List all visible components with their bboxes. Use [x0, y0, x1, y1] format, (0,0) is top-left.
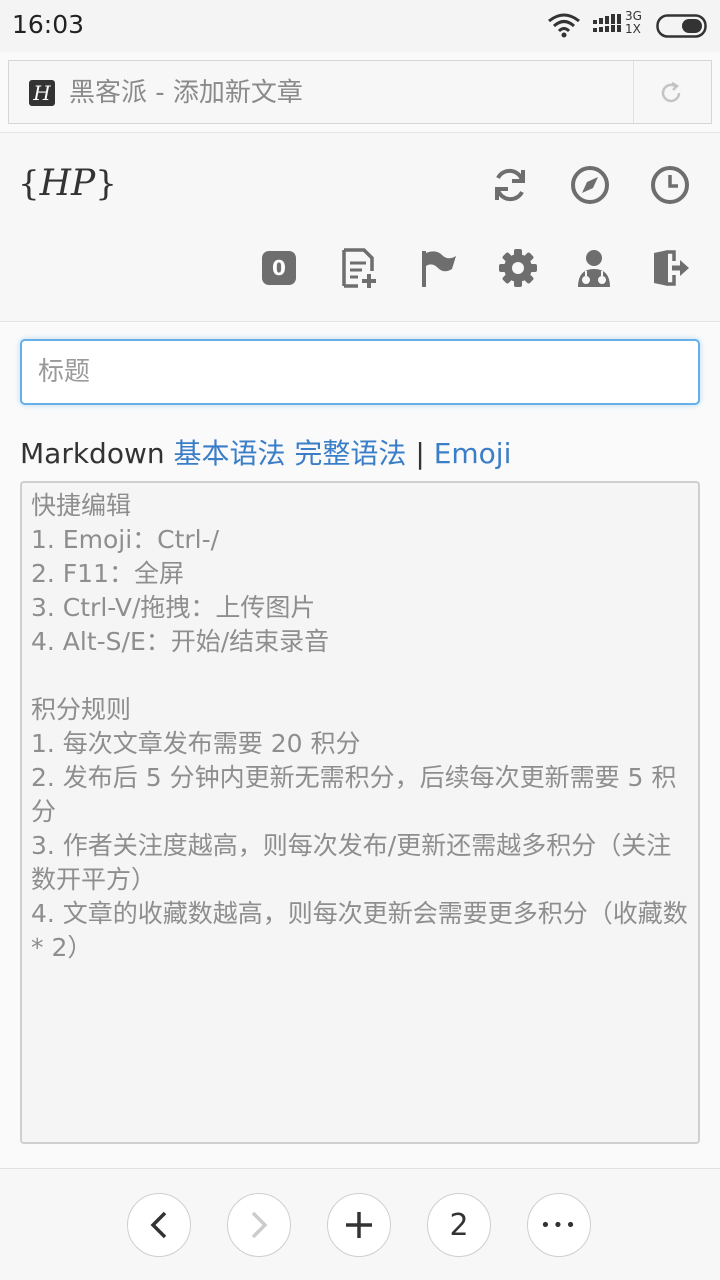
editor-line: 积分规则 — [31, 695, 132, 724]
tabs-count-button[interactable]: 2 — [427, 1193, 491, 1257]
url-divider — [633, 61, 634, 123]
refresh-icon[interactable] — [489, 164, 531, 206]
more-menu-button[interactable]: ••• — [527, 1193, 591, 1257]
gear-icon[interactable] — [497, 247, 539, 289]
basic-syntax-link[interactable]: 基本语法 — [174, 437, 286, 470]
editor-line: 2. 发布后 5 分钟内更新无需积分，后续每次更新需要 5 积分 — [31, 763, 677, 826]
content-editor[interactable]: 快捷编辑 1. Emoji：Ctrl-/ 2. F11：全屏 3. Ctrl-V… — [20, 481, 700, 1144]
editor-line: 4. 文章的收藏数越高，则每次更新会需要更多积分（收藏数 * 2） — [31, 899, 696, 962]
markdown-help: Markdown 基本语法 完整语法 | Emoji — [20, 432, 511, 472]
editor-line: 3. 作者关注度越高，则每次发布/更新还需越多积分（关注数开平方） — [31, 831, 672, 894]
page-title: 黑客派 - 添加新文章 — [69, 78, 303, 108]
editor-line: 快捷编辑 — [31, 491, 132, 520]
site-logo[interactable]: {HP} — [18, 163, 117, 204]
title-input[interactable] — [20, 339, 700, 405]
site-header: {HP} 0 — [0, 132, 720, 322]
user-md-icon[interactable] — [573, 247, 615, 289]
editor-line: 1. Emoji：Ctrl-/ — [31, 525, 220, 554]
wifi-icon — [548, 13, 580, 38]
chevron-right-icon — [251, 1211, 268, 1239]
notification-count-badge[interactable]: 0 — [262, 251, 296, 285]
browser-bottom-bar: 2 ••• — [0, 1168, 720, 1280]
clock-icon[interactable] — [649, 164, 691, 206]
chevron-left-icon — [150, 1211, 167, 1239]
markdown-label: Markdown — [20, 437, 174, 470]
battery-icon — [656, 14, 707, 38]
reload-icon[interactable] — [657, 79, 685, 107]
logout-icon[interactable] — [650, 247, 692, 289]
editor-line: 2. F11：全屏 — [31, 559, 184, 588]
full-syntax-link[interactable]: 完整语法 — [294, 437, 406, 470]
forward-button[interactable] — [227, 1193, 291, 1257]
flag-icon[interactable] — [418, 247, 460, 289]
separator: | — [415, 437, 425, 470]
editor-line: 1. 每次文章发布需要 20 积分 — [31, 729, 361, 758]
signal-icon — [593, 14, 621, 32]
browser-url-bar[interactable]: H 黑客派 - 添加新文章 — [8, 60, 712, 124]
status-bar: 16:03 3G 1X — [0, 0, 720, 52]
network-type: 3G 1X — [625, 9, 642, 36]
compass-icon[interactable] — [569, 164, 611, 206]
site-favicon-icon: H — [29, 80, 55, 106]
new-tab-button[interactable] — [327, 1193, 391, 1257]
status-time: 16:03 — [12, 10, 85, 39]
editor-line: 3. Ctrl-V/拖拽：上传图片 — [31, 593, 316, 622]
plus-icon — [346, 1212, 372, 1238]
editor-line: 4. Alt-S/E：开始/结束录音 — [31, 627, 330, 656]
new-article-icon[interactable] — [338, 247, 380, 289]
back-button[interactable] — [127, 1193, 191, 1257]
emoji-link[interactable]: Emoji — [434, 437, 512, 470]
